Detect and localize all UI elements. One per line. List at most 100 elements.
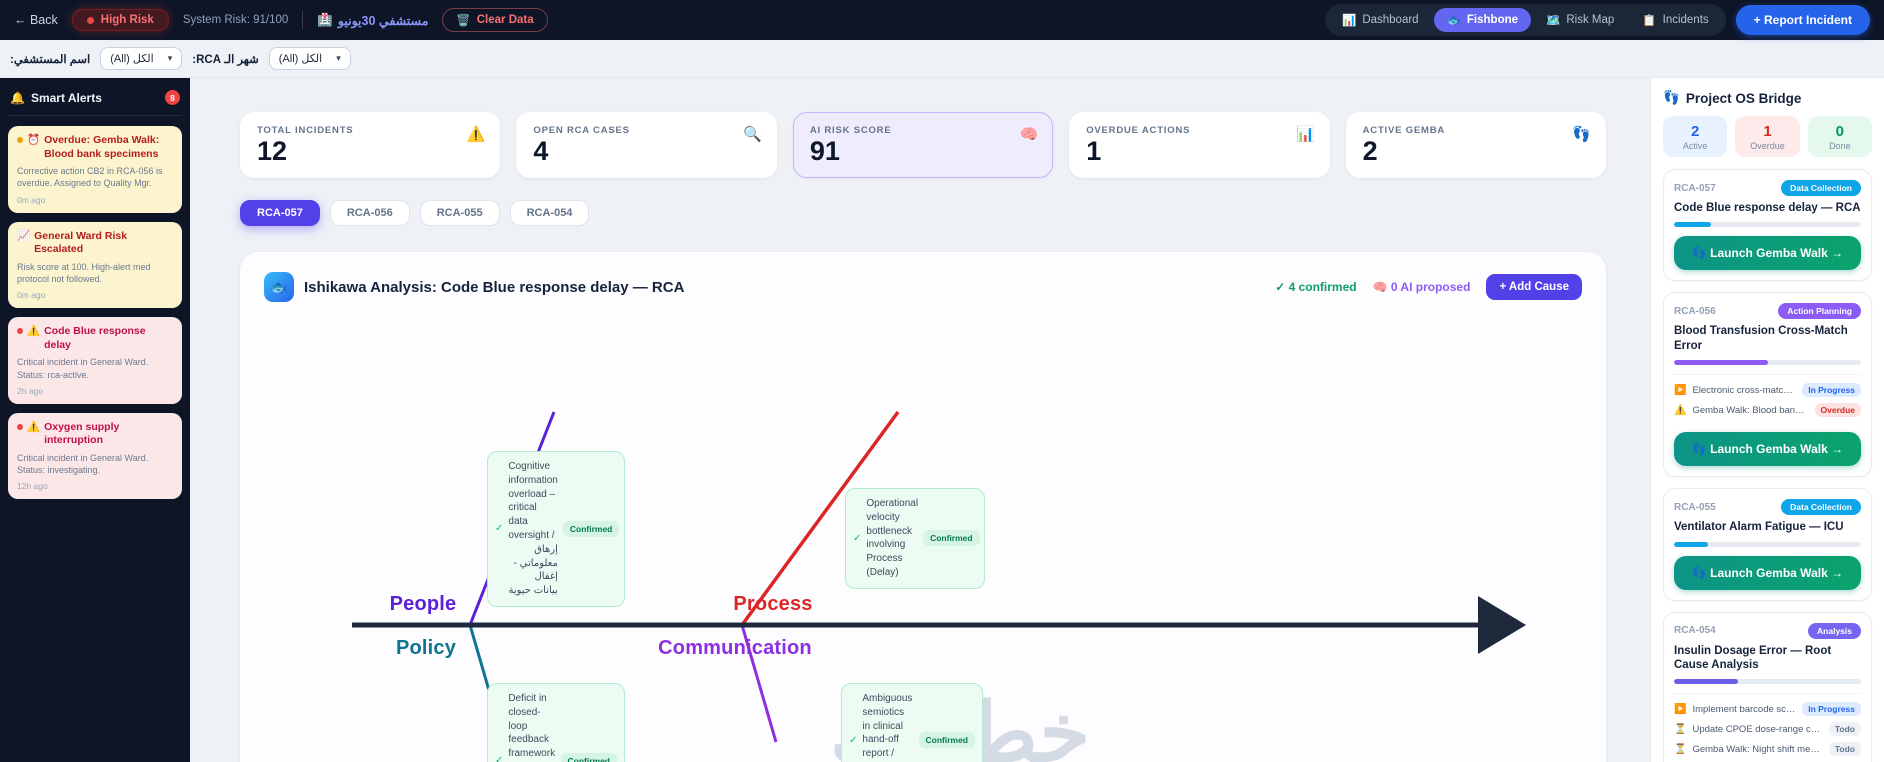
launch-gemba-walk-button[interactable]: 👣 Launch Gemba Walk →: [1674, 432, 1861, 467]
kpi-total-incidents: TOTAL INCIDENTS 12 ⚠️: [240, 112, 501, 178]
kpi-label: ACTIVE GEMBA: [1362, 125, 1446, 136]
month-filter-select[interactable]: الكل (All) ▾: [268, 47, 351, 70]
progress-fill: [1674, 222, 1712, 228]
fishbone-panel: 🐟 Ishikawa Analysis: Code Blue response …: [240, 252, 1606, 762]
confirmed-badge: Confirmed: [923, 530, 980, 547]
kpi-label: TOTAL INCIDENTS: [257, 125, 354, 136]
rca-title: Insulin Dosage Error — Root Cause Analys…: [1674, 644, 1832, 671]
clear-data-button[interactable]: 🗑️ Clear Data: [442, 8, 548, 32]
alert-body: Risk score at 100. High-alert med protoc…: [17, 261, 151, 284]
stat-value: 1: [1763, 123, 1772, 140]
warning-icon: ⚠️: [466, 126, 486, 143]
nav-incidents[interactable]: 📋 Incidents: [1629, 8, 1721, 32]
alert-card[interactable]: ⚠️ Code Blue response delay Critical inc…: [8, 317, 182, 404]
cause-node-people[interactable]: ✓ Cognitive information overload – criti…: [487, 451, 625, 607]
progress-bar: [1674, 222, 1861, 228]
alert-card[interactable]: ⚠️ Oxygen supply interruption Critical i…: [8, 412, 182, 500]
chevron-down-icon: ▾: [167, 53, 173, 63]
kpi-value: 91: [809, 136, 840, 166]
dashboard-icon: 📊: [1341, 15, 1357, 27]
risk-dot-icon: [86, 16, 94, 24]
tab-rca-054[interactable]: RCA-054: [509, 200, 590, 226]
kpi-value: 4: [533, 136, 549, 166]
high-risk-badge: High Risk: [71, 9, 169, 31]
nav-risk-map[interactable]: 🗺️ Risk Map: [1533, 8, 1627, 32]
stat-done: 0 Done: [1807, 116, 1872, 157]
month-filter-value: الكل (All): [278, 53, 323, 65]
alert-card[interactable]: ⏰ Overdue: Gemba Walk: Blood bank specim…: [8, 126, 182, 213]
confirmed-badge: Confirmed: [562, 520, 620, 537]
bridge-card-rca-056[interactable]: RCA-056 Action Planning Blood Transfusio…: [1663, 292, 1872, 478]
hospital-icon: 🏥: [317, 12, 333, 27]
kpi-label: AI RISK SCORE: [809, 125, 892, 136]
kpi-row: TOTAL INCIDENTS 12 ⚠️ OPEN RCA CASES 4 🔍…: [240, 112, 1607, 178]
nav-dashboard[interactable]: 📊 Dashboard: [1329, 8, 1432, 32]
bridge-card-rca-054[interactable]: RCA-054 Analysis Insulin Dosage Error — …: [1663, 611, 1872, 762]
confirmed-count: ✓ 4 confirmed: [1275, 280, 1357, 294]
cause-node-communication[interactable]: ✓ Ambiguous semiotics in clinical hand-o…: [841, 683, 983, 762]
tab-rca-055[interactable]: RCA-055: [419, 200, 500, 226]
report-incident-button[interactable]: + Report Incident: [1735, 5, 1870, 35]
tab-rca-056[interactable]: RCA-056: [329, 200, 410, 226]
task-text: Gemba Walk: Blood bank specimens: [1692, 404, 1808, 416]
fishbone-header: 🐟 Ishikawa Analysis: Code Blue response …: [264, 272, 1582, 302]
hourglass-icon: ⏳: [1674, 723, 1687, 735]
task-list: ▶️ Electronic cross-match verification I…: [1674, 374, 1861, 418]
launch-gemba-walk-button[interactable]: 👣 Launch Gemba Walk →: [1674, 555, 1861, 590]
play-icon: ▶️: [1674, 703, 1687, 715]
map-icon: 🗺️: [1546, 15, 1561, 27]
cause-text-en: Cognitive information overload – critica…: [508, 461, 558, 541]
launch-gemba-walk-button[interactable]: 👣 Launch Gemba Walk →: [1674, 236, 1861, 271]
task-row[interactable]: ⏳ Gemba Walk: Night shift med workflow T…: [1674, 742, 1861, 757]
cause-text: Cognitive information overload – critica…: [508, 460, 557, 598]
progress-bar: [1674, 679, 1861, 685]
month-filter-label: شهر الـ RCA:: [192, 53, 259, 66]
task-row[interactable]: ▶️ Electronic cross-match verification I…: [1674, 383, 1861, 398]
task-text: Implement barcode scanning for ...: [1692, 703, 1797, 715]
status-badge: Todo: [1828, 742, 1861, 757]
category-label-policy[interactable]: Policy: [396, 637, 456, 660]
cause-node-process[interactable]: ✓ Operational velocity bottleneck involv…: [845, 488, 985, 589]
hospital-name[interactable]: 🏥 مستشفي 30يونيو: [317, 13, 428, 28]
kpi-label: OPEN RCA CASES: [533, 125, 630, 136]
category-label-process[interactable]: Process: [733, 593, 812, 616]
nav-incidents-label: Incidents: [1662, 14, 1709, 26]
fishbone-icon: 🐟: [264, 272, 294, 302]
topbar-right: 📊 Dashboard 🐟 Fishbone 🗺️ Risk Map 📋 Inc…: [1324, 4, 1870, 36]
alert-card[interactable]: 📈 General Ward Risk Escalated Risk score…: [8, 221, 182, 309]
kpi-value: 12: [257, 136, 288, 166]
add-cause-button[interactable]: + Add Cause: [1486, 274, 1582, 300]
nav-fishbone[interactable]: 🐟 Fishbone: [1433, 8, 1532, 32]
hourglass-icon: ⏳: [1674, 743, 1687, 755]
fishbone-title: Ishikawa Analysis: Code Blue response de…: [304, 278, 685, 296]
bridge-card-rca-057[interactable]: RCA-057 Data Collection Code Blue respon…: [1663, 169, 1872, 282]
task-list: ▶️ Implement barcode scanning for ... In…: [1674, 693, 1861, 757]
smart-alerts-header: 🔔 Smart Alerts 8: [8, 88, 182, 116]
alert-title: Code Blue response delay: [44, 325, 146, 351]
rca-title: Blood Transfusion Cross-Match Error: [1674, 325, 1848, 352]
smart-alerts-title: Smart Alerts: [30, 90, 102, 105]
project-os-bridge-sidebar: 👣 Project OS Bridge 2 Active 1 Overdue 0…: [1650, 78, 1884, 762]
stat-label: Overdue: [1750, 141, 1785, 151]
cause-node-policy[interactable]: ✓ Deficit in closed-loop feedback framew…: [487, 683, 625, 762]
chart-up-icon: 📈: [17, 229, 31, 242]
task-row[interactable]: ⏳ Update CPOE dose-range checking Todo: [1674, 722, 1861, 737]
category-label-communication[interactable]: Communication: [658, 637, 812, 660]
system-risk-text: System Risk: 91/100: [182, 14, 289, 26]
brain-icon: 🧠: [1019, 126, 1039, 143]
task-row[interactable]: ⚠️ Gemba Walk: Blood bank specimens Over…: [1674, 403, 1861, 418]
task-text: Electronic cross-match verification: [1692, 384, 1796, 396]
task-row[interactable]: ▶️ Implement barcode scanning for ... In…: [1674, 702, 1861, 717]
rca-id: RCA-056: [1674, 305, 1716, 317]
category-label-people[interactable]: People: [390, 593, 457, 616]
kpi-ai-risk-score: AI RISK SCORE 91 🧠: [792, 112, 1054, 178]
smart-alerts-sidebar: 🔔 Smart Alerts 8 ⏰ Overdue: Gemba Walk: …: [0, 78, 190, 762]
back-button[interactable]: ← Back: [14, 13, 58, 27]
bridge-stats: 2 Active 1 Overdue 0 Done: [1663, 116, 1872, 157]
alert-body: Critical incident in General Ward. Statu…: [17, 452, 149, 476]
hospital-filter-select[interactable]: الكل (All) ▾: [100, 47, 183, 70]
clear-data-label: Clear Data: [476, 14, 534, 26]
nav-risk-map-label: Risk Map: [1566, 14, 1615, 26]
tab-rca-057[interactable]: RCA-057: [240, 200, 320, 226]
bridge-card-rca-055[interactable]: RCA-055 Data Collection Ventilator Alarm…: [1663, 488, 1872, 601]
